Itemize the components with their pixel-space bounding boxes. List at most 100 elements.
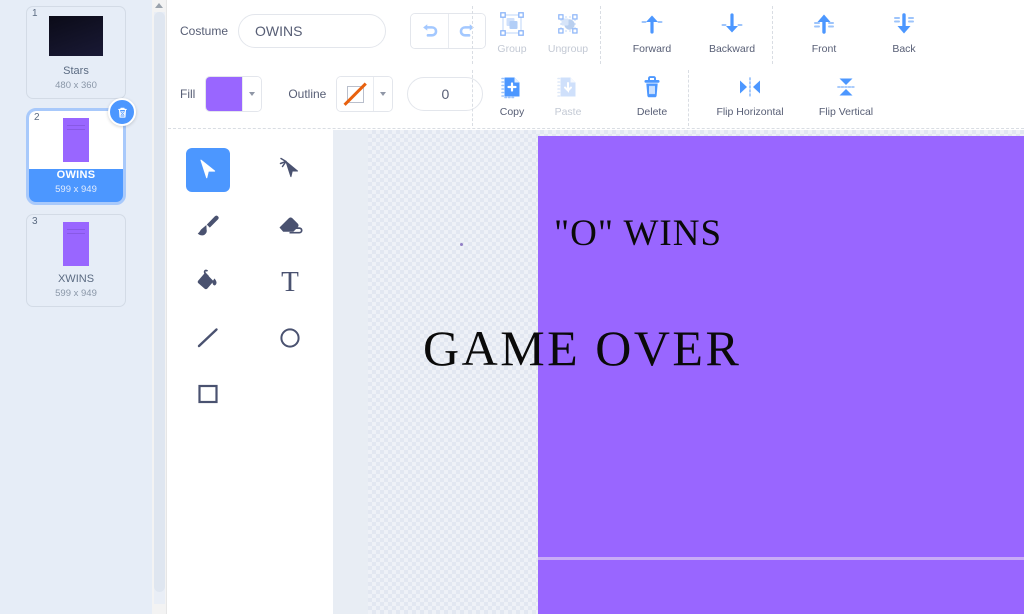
document-thumb bbox=[63, 222, 89, 266]
flip-vertical-label: Flip Vertical bbox=[819, 106, 873, 118]
scrollbar-thumb[interactable] bbox=[154, 12, 165, 592]
forward-label: Forward bbox=[633, 43, 672, 55]
costume-card: 2 OWINS 599 x 949 bbox=[26, 108, 126, 205]
chevron-down-icon bbox=[249, 92, 255, 96]
actions-row-1c: Front Back bbox=[784, 9, 944, 55]
backward-button[interactable]: Backward bbox=[692, 9, 772, 55]
toolbar-divider bbox=[472, 6, 473, 64]
paint-canvas-area[interactable]: "O" WINS GAME OVER bbox=[333, 130, 1024, 614]
delete-costume-button[interactable] bbox=[108, 98, 136, 126]
costume-dimensions: 480 x 360 bbox=[27, 80, 125, 98]
toolbar-divider bbox=[600, 6, 601, 64]
trash-icon bbox=[115, 105, 130, 120]
outline-label: Outline bbox=[288, 87, 326, 101]
canvas-checkerboard[interactable]: "O" WINS GAME OVER bbox=[368, 130, 1024, 614]
actions-row-2: Copy Paste bbox=[484, 72, 596, 118]
fill-color-picker[interactable] bbox=[205, 76, 262, 112]
actions-row-1b: Forward Backward bbox=[612, 9, 772, 55]
costume-list: 1 Stars 480 x 360 bbox=[0, 0, 152, 307]
chevron-down-icon bbox=[380, 92, 386, 96]
artwork-text-line-1[interactable]: "O" WINS bbox=[554, 212, 722, 255]
backward-label: Backward bbox=[709, 43, 755, 55]
group-button[interactable]: Group bbox=[484, 9, 540, 55]
flip-vertical-button[interactable]: Flip Vertical bbox=[800, 72, 892, 118]
undo-button[interactable] bbox=[411, 14, 448, 48]
back-icon bbox=[891, 9, 917, 39]
tool-line[interactable] bbox=[186, 316, 230, 360]
costume-index: 1 bbox=[32, 9, 38, 19]
actions-row-2b: Delete bbox=[612, 72, 692, 118]
costume-name: Stars bbox=[27, 65, 125, 80]
circle-icon bbox=[276, 325, 304, 351]
toolbar-row-style: Fill Outline bbox=[180, 76, 483, 112]
costume-list-scrollbar[interactable] bbox=[152, 0, 167, 614]
tool-reshape[interactable] bbox=[268, 148, 312, 192]
delete-button[interactable]: Delete bbox=[612, 72, 692, 118]
back-label: Back bbox=[892, 43, 915, 55]
tool-rectangle[interactable] bbox=[186, 372, 230, 416]
rectangle-icon bbox=[194, 381, 222, 407]
tools-palette: T bbox=[168, 130, 333, 614]
brush-icon bbox=[194, 213, 222, 239]
undo-icon bbox=[420, 23, 440, 39]
flip-horizontal-button[interactable]: Flip Horizontal bbox=[700, 72, 800, 118]
costume-dimensions: 599 x 949 bbox=[27, 288, 125, 306]
front-button[interactable]: Front bbox=[784, 9, 864, 55]
back-button[interactable]: Back bbox=[864, 9, 944, 55]
tool-eraser[interactable] bbox=[268, 204, 312, 248]
copy-icon bbox=[500, 72, 524, 102]
costume-thumbnail: 1 bbox=[27, 7, 125, 65]
costume-list-item-1[interactable]: 1 Stars 480 x 360 bbox=[26, 6, 126, 99]
ungroup-button[interactable]: Ungroup bbox=[540, 9, 596, 55]
tool-fill[interactable] bbox=[186, 260, 230, 304]
tool-select[interactable] bbox=[186, 148, 230, 192]
paint-editor: Costume bbox=[168, 0, 1024, 614]
outline-color-swatch[interactable] bbox=[337, 77, 373, 111]
tool-brush[interactable] bbox=[186, 204, 230, 248]
scroll-up-arrow-icon[interactable] bbox=[155, 3, 163, 8]
flip-horizontal-label: Flip Horizontal bbox=[716, 106, 783, 118]
artwork-purple-rect-lower[interactable] bbox=[538, 560, 1024, 614]
costume-list-item-2[interactable]: 2 OWINS 599 x 949 bbox=[26, 108, 126, 205]
costume-name-input[interactable] bbox=[238, 14, 386, 48]
forward-button[interactable]: Forward bbox=[612, 9, 692, 55]
front-label: Front bbox=[812, 43, 837, 55]
backward-icon bbox=[719, 9, 745, 39]
fill-dropdown-arrow[interactable] bbox=[242, 77, 261, 111]
ungroup-label: Ungroup bbox=[548, 43, 588, 55]
costume-name: OWINS bbox=[29, 169, 123, 184]
toolbar-divider bbox=[688, 70, 689, 126]
costume-list-panel: 1 Stars 480 x 360 bbox=[0, 0, 152, 614]
stars-thumb bbox=[49, 16, 103, 56]
outline-color-picker[interactable] bbox=[336, 76, 393, 112]
paste-button[interactable]: Paste bbox=[540, 72, 596, 118]
toolbar-divider bbox=[472, 70, 473, 126]
costume-label: Costume bbox=[180, 24, 228, 38]
artwork-speck bbox=[460, 243, 463, 246]
costume-index: 2 bbox=[34, 113, 40, 123]
line-icon bbox=[194, 325, 222, 351]
outline-dropdown-arrow[interactable] bbox=[373, 77, 392, 111]
group-icon bbox=[499, 9, 525, 39]
actions-row-1: Group bbox=[484, 9, 596, 55]
tool-text[interactable]: T bbox=[268, 260, 312, 304]
tool-circle[interactable] bbox=[268, 316, 312, 360]
artwork-text-line-2[interactable]: GAME OVER bbox=[423, 319, 741, 377]
paint-bucket-icon bbox=[194, 269, 222, 295]
forward-icon bbox=[639, 9, 665, 39]
select-arrow-icon bbox=[197, 158, 219, 182]
group-label: Group bbox=[497, 43, 526, 55]
fill-color-swatch[interactable] bbox=[206, 77, 242, 111]
costume-dimensions: 599 x 949 bbox=[29, 184, 123, 202]
costume-index: 3 bbox=[32, 217, 38, 227]
ungroup-icon bbox=[555, 9, 581, 39]
copy-button[interactable]: Copy bbox=[484, 72, 540, 118]
costume-list-item-3[interactable]: 3 XWINS 599 x 949 bbox=[26, 214, 126, 307]
actions-row-2c: Flip Horizontal Flip Vertical bbox=[700, 72, 892, 118]
paste-label: Paste bbox=[555, 106, 582, 118]
toolbar-row-costume: Costume bbox=[180, 13, 486, 49]
paint-toolbar: Costume bbox=[168, 0, 1024, 129]
reshape-icon bbox=[277, 157, 303, 183]
flip-horizontal-icon bbox=[735, 72, 765, 102]
costume-card: 1 Stars 480 x 360 bbox=[26, 6, 126, 99]
